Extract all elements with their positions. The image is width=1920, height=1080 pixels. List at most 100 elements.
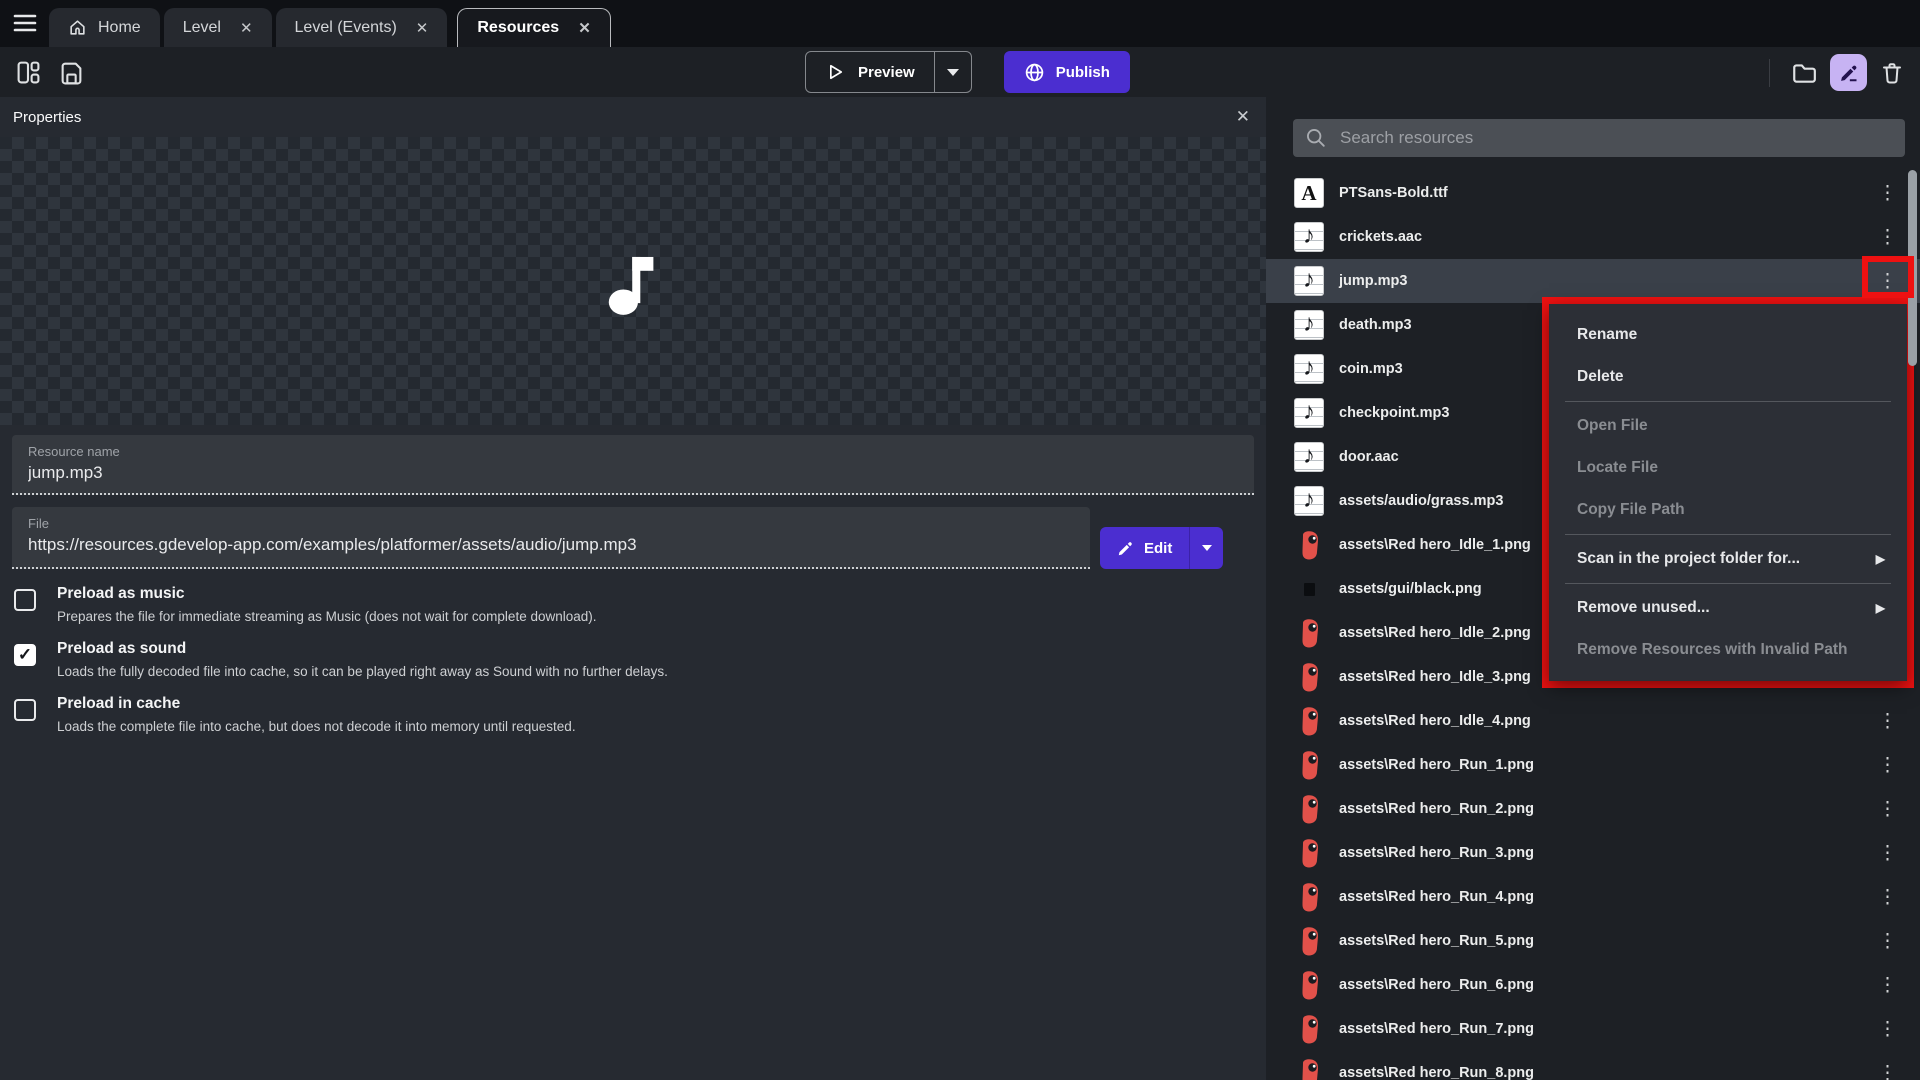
menu-item[interactable]: Delete	[1549, 356, 1907, 398]
audio-file-icon: ♪	[1294, 310, 1324, 340]
resource-preview	[0, 137, 1266, 425]
kebab-menu-icon[interactable]: ⋮	[1878, 756, 1896, 775]
menu-item-label: Remove Resources with Invalid Path	[1577, 641, 1847, 659]
menu-item[interactable]: Scan in the project folder for...▶	[1549, 538, 1907, 580]
audio-file-icon: ♪	[1294, 354, 1324, 384]
search-box[interactable]	[1293, 119, 1905, 157]
preload-option-description: Loads the complete file into cache, but …	[57, 719, 576, 734]
resource-name: assets\Red hero_Run_5.png	[1339, 933, 1534, 949]
kebab-menu-icon[interactable]: ⋮	[1878, 800, 1896, 819]
tab-strip: Home Level ✕ Level (Events) ✕ Resources …	[49, 8, 615, 47]
resource-name: checkpoint.mp3	[1339, 405, 1449, 421]
tab-label: Home	[98, 19, 141, 37]
menu-item[interactable]: Remove unused... ▶	[1549, 587, 1907, 629]
preload-options: Preload as musicPrepares the file for im…	[14, 585, 1214, 750]
edit-button[interactable]: Edit	[1100, 527, 1223, 569]
tab-label: Level (Events)	[295, 19, 397, 37]
kebab-menu-icon[interactable]: ⋮	[1878, 1064, 1896, 1080]
menu-item[interactable]: Rename	[1549, 314, 1907, 356]
resource-row[interactable]: assets\Red hero_Run_1.png⋮	[1266, 743, 1920, 787]
submenu-arrow-icon: ▶	[1876, 601, 1885, 615]
resource-name: assets/gui/black.png	[1339, 581, 1482, 597]
kebab-menu-icon[interactable]: ⋮	[1878, 888, 1896, 907]
font-file-icon: A	[1294, 178, 1324, 208]
kebab-menu-icon[interactable]: ⋮	[1878, 976, 1896, 995]
menu-item-label: Remove unused...	[1577, 599, 1710, 617]
search-input[interactable]	[1340, 128, 1893, 148]
properties-title: Properties	[13, 109, 81, 126]
tab-level[interactable]: Level ✕	[164, 8, 272, 47]
kebab-menu-icon[interactable]: ⋮	[1878, 228, 1896, 247]
resource-row[interactable]: assets\Red hero_Run_5.png ⋮	[1266, 919, 1920, 963]
resource-name: door.aac	[1339, 449, 1399, 465]
tab-level-events[interactable]: Level (Events) ✕	[276, 8, 448, 47]
hero-sprite-icon	[1294, 662, 1324, 692]
resource-row[interactable]: assets\Red hero_Run_7.png⋮	[1266, 1007, 1920, 1051]
resource-name: assets\Red hero_Run_8.png	[1339, 1065, 1534, 1080]
checkbox[interactable]	[14, 589, 36, 611]
annotation-red-box-menu: RenameDeleteOpen FileLocate FileCopy Fil…	[1542, 297, 1914, 688]
project-manager-icon[interactable]	[16, 60, 41, 85]
preload-option-row: Preload in cacheLoads the complete file …	[14, 695, 1214, 736]
resource-row[interactable]: assets\Red hero_Run_6.png ⋮	[1266, 963, 1920, 1007]
close-icon[interactable]: ✕	[1236, 107, 1250, 127]
home-icon	[68, 18, 87, 37]
close-icon[interactable]: ✕	[240, 19, 253, 37]
resource-name: death.mp3	[1339, 317, 1412, 333]
kebab-menu-icon[interactable]: ⋮	[1878, 844, 1896, 863]
menu-item-label: Delete	[1577, 368, 1624, 386]
preview-label: Preview	[858, 64, 915, 81]
preview-dropdown-icon[interactable]	[934, 52, 971, 92]
edit-mode-icon[interactable]	[1830, 54, 1867, 91]
kebab-menu-icon[interactable]: ⋮	[1878, 1020, 1896, 1039]
resource-name: jump.mp3	[1339, 273, 1407, 289]
resource-name-field[interactable]: Resource name jump.mp3	[12, 435, 1254, 495]
tab-home[interactable]: Home	[49, 8, 160, 47]
close-icon[interactable]: ✕	[578, 19, 591, 37]
resource-name: coin.mp3	[1339, 361, 1403, 377]
audio-file-icon: ♪	[1294, 486, 1324, 516]
black-image-icon	[1294, 574, 1324, 604]
preview-button[interactable]: Preview	[805, 51, 972, 93]
trash-icon[interactable]	[1880, 61, 1904, 85]
resource-name: crickets.aac	[1339, 229, 1422, 245]
music-note-icon	[608, 245, 658, 317]
close-icon[interactable]: ✕	[416, 19, 429, 37]
save-icon[interactable]	[59, 60, 84, 85]
resource-row[interactable]: assets\Red hero_Run_4.png ⋮	[1266, 875, 1920, 919]
audio-file-icon: ♪	[1294, 442, 1324, 472]
resource-row[interactable]: ♪crickets.aac⋮	[1266, 215, 1920, 259]
publish-button[interactable]: Publish	[1004, 51, 1130, 93]
hero-sprite-icon	[1294, 1014, 1324, 1044]
checkbox[interactable]: ✓	[14, 644, 36, 666]
globe-icon	[1024, 62, 1045, 83]
edit-dropdown-icon[interactable]	[1189, 527, 1223, 569]
publish-label: Publish	[1056, 64, 1110, 81]
resource-row[interactable]: assets\Red hero_Idle_4.png⋮	[1266, 699, 1920, 743]
tab-resources[interactable]: Resources ✕	[457, 8, 610, 47]
menu-divider	[1565, 583, 1891, 584]
hero-sprite-icon	[1294, 706, 1324, 736]
preload-option-description: Loads the fully decoded file into cache,…	[57, 664, 668, 679]
hero-sprite-icon	[1294, 926, 1324, 956]
open-folder-icon[interactable]	[1791, 60, 1817, 86]
resource-row[interactable]: assets\Red hero_Run_8.png ⋮	[1266, 1051, 1920, 1080]
resource-row[interactable]: APTSans-Bold.ttf⋮	[1266, 171, 1920, 215]
file-field[interactable]: File https://resources.gdevelop-app.com/…	[12, 507, 1090, 569]
resource-name: assets\Red hero_Run_6.png	[1339, 977, 1534, 993]
checkbox[interactable]	[14, 699, 36, 721]
play-icon	[825, 62, 845, 82]
scrollbar-thumb[interactable]	[1908, 170, 1917, 366]
resource-row[interactable]: assets\Red hero_Run_3.png⋮	[1266, 831, 1920, 875]
resource-row[interactable]: assets\Red hero_Run_2.png⋮	[1266, 787, 1920, 831]
search-icon	[1305, 127, 1327, 149]
kebab-menu-icon[interactable]: ⋮	[1878, 184, 1896, 203]
kebab-menu-icon[interactable]: ⋮	[1878, 272, 1896, 291]
kebab-menu-icon[interactable]: ⋮	[1878, 932, 1896, 951]
hero-sprite-icon	[1294, 794, 1324, 824]
resource-name-value: jump.mp3	[28, 463, 1238, 483]
menu-icon[interactable]	[13, 12, 39, 34]
resource-name: assets\Red hero_Run_4.png	[1339, 889, 1534, 905]
file-value: https://resources.gdevelop-app.com/examp…	[28, 535, 1074, 555]
kebab-menu-icon[interactable]: ⋮	[1878, 712, 1896, 731]
